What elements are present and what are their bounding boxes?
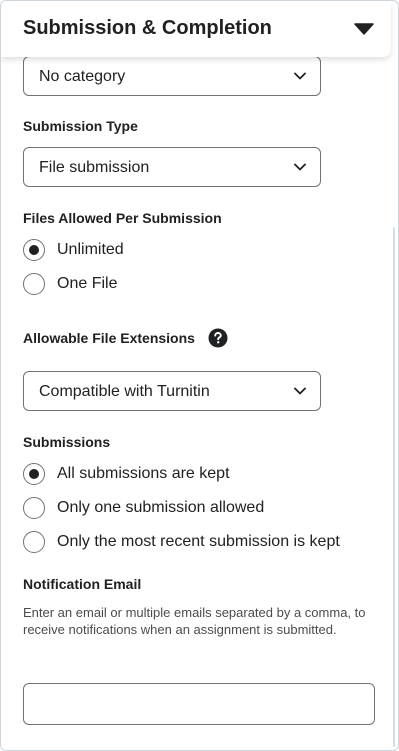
category-select-value: No category bbox=[39, 68, 126, 85]
submission-completion-panel: No category Submission Type File submiss… bbox=[0, 0, 399, 751]
notification-email-input[interactable] bbox=[23, 683, 375, 725]
panel-header[interactable]: Submission & Completion bbox=[1, 1, 391, 57]
panel-title: Submission & Completion bbox=[23, 17, 272, 39]
radio-label: One File bbox=[57, 275, 118, 292]
category-select[interactable]: No category bbox=[23, 56, 321, 96]
chevron-down-icon bbox=[294, 72, 306, 80]
scrollbar[interactable] bbox=[393, 227, 395, 747]
radio-button[interactable] bbox=[23, 531, 45, 553]
caret-down-icon[interactable] bbox=[354, 22, 374, 36]
chevron-down-icon bbox=[294, 163, 306, 171]
chevron-down-icon bbox=[294, 387, 306, 395]
file-extensions-select[interactable]: Compatible with Turnitin bbox=[23, 371, 321, 411]
file-extensions-label: Allowable File Extensions bbox=[23, 330, 195, 346]
submission-type-value: File submission bbox=[39, 159, 150, 176]
radio-label: Only one submission allowed bbox=[57, 499, 265, 516]
files-allowed-label: Files Allowed Per Submission bbox=[23, 210, 222, 226]
question-circle-icon[interactable] bbox=[208, 328, 228, 348]
radio-label: Only the most recent submission is kept bbox=[57, 533, 340, 550]
notification-email-label: Notification Email bbox=[23, 576, 142, 592]
notification-email-helper-text: Enter an email or multiple emails separa… bbox=[23, 605, 366, 637]
radio-button[interactable] bbox=[23, 463, 45, 485]
file-extensions-value: Compatible with Turnitin bbox=[39, 383, 210, 400]
radio-button[interactable] bbox=[23, 273, 45, 295]
submission-type-label: Submission Type bbox=[23, 118, 138, 134]
radio-button[interactable] bbox=[23, 497, 45, 519]
submissions-label: Submissions bbox=[23, 434, 111, 450]
radio-selected-dot bbox=[29, 469, 39, 479]
radio-selected-dot bbox=[29, 245, 39, 255]
submission-type-select[interactable]: File submission bbox=[23, 147, 321, 187]
radio-label: All submissions are kept bbox=[57, 465, 230, 482]
radio-button[interactable] bbox=[23, 239, 45, 261]
radio-label: Unlimited bbox=[57, 241, 124, 258]
